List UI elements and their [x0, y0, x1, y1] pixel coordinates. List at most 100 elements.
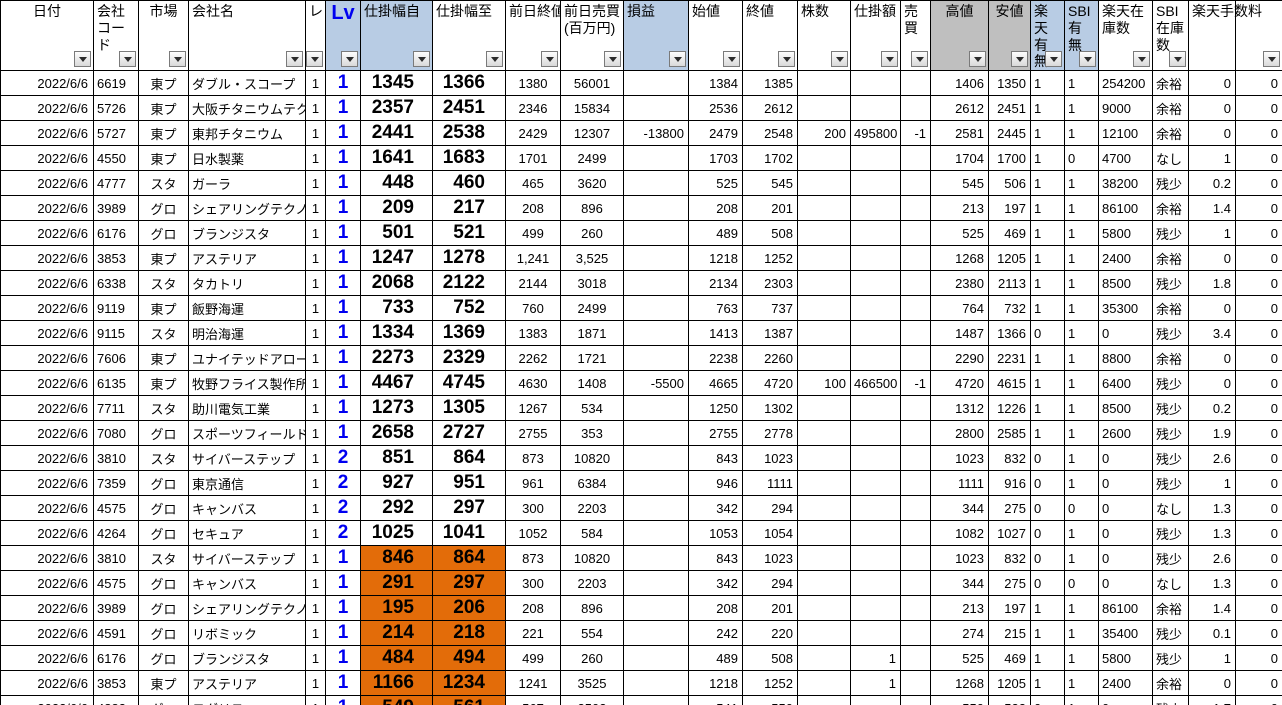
- cell-close[interactable]: 201: [742, 195, 798, 222]
- cell-shares[interactable]: [797, 470, 851, 497]
- cell-low[interactable]: 1027: [988, 520, 1031, 547]
- cell-shares[interactable]: [797, 595, 851, 622]
- cell-rakuten_stock[interactable]: 2400: [1098, 670, 1153, 697]
- cell-trade[interactable]: [900, 620, 931, 647]
- cell-prev_trading_value[interactable]: 2203: [560, 570, 624, 597]
- cell-market[interactable]: 東プ: [138, 120, 189, 147]
- cell-market[interactable]: スタ: [138, 320, 189, 347]
- cell-low[interactable]: 2113: [988, 270, 1031, 297]
- cell-open[interactable]: 208: [688, 195, 743, 222]
- cell-company_code[interactable]: 3989: [93, 595, 139, 622]
- cell-low[interactable]: 916: [988, 470, 1031, 497]
- cell-extra[interactable]: 0: [1235, 495, 1282, 522]
- cell-trade[interactable]: [900, 320, 931, 347]
- cell-trade[interactable]: [900, 445, 931, 472]
- cell-entry_width_from[interactable]: 1345: [360, 70, 433, 97]
- cell-profit_loss[interactable]: [623, 570, 689, 597]
- cell-lv[interactable]: 1: [325, 395, 361, 422]
- cell-close[interactable]: 2548: [742, 120, 798, 147]
- cell-rakuten_stock[interactable]: 86100: [1098, 595, 1153, 622]
- cell-high[interactable]: 1082: [930, 520, 989, 547]
- cell-trade[interactable]: [900, 170, 931, 197]
- cell-company_code[interactable]: 6176: [93, 645, 139, 672]
- cell-sbi_avail[interactable]: 1: [1064, 395, 1099, 422]
- cell-prev_close[interactable]: 1383: [505, 320, 561, 347]
- cell-entry_amount[interactable]: 495800: [850, 120, 901, 147]
- cell-shares[interactable]: [797, 220, 851, 247]
- cell-rakuten_fee[interactable]: 1.4: [1188, 595, 1236, 622]
- cell-date[interactable]: 2022/6/6: [0, 670, 94, 697]
- filter-dropdown-button[interactable]: [119, 51, 136, 68]
- cell-lv[interactable]: 1: [325, 220, 361, 247]
- cell-extra[interactable]: 0: [1235, 570, 1282, 597]
- cell-company_name[interactable]: 牧野フライス製作所: [188, 370, 306, 397]
- cell-date[interactable]: 2022/6/6: [0, 245, 94, 272]
- cell-entry_amount[interactable]: 1: [850, 670, 901, 697]
- cell-rakuten_stock[interactable]: 0: [1098, 695, 1153, 705]
- cell-extra[interactable]: 0: [1235, 445, 1282, 472]
- cell-rakuten_stock[interactable]: 35400: [1098, 620, 1153, 647]
- cell-shares[interactable]: [797, 645, 851, 672]
- cell-low[interactable]: 1350: [988, 70, 1031, 97]
- cell-trade[interactable]: [900, 145, 931, 172]
- cell-low[interactable]: 1700: [988, 145, 1031, 172]
- cell-entry_width_from[interactable]: 292: [360, 495, 433, 522]
- cell-entry_amount[interactable]: [850, 320, 901, 347]
- cell-level[interactable]: 1: [305, 695, 326, 705]
- cell-entry_amount[interactable]: [850, 470, 901, 497]
- cell-close[interactable]: 1302: [742, 395, 798, 422]
- cell-rakuten_avail[interactable]: 0: [1030, 520, 1065, 547]
- cell-trade[interactable]: [900, 695, 931, 705]
- cell-sbi_avail[interactable]: 1: [1064, 220, 1099, 247]
- cell-company_name[interactable]: シェアリングテクノロ: [188, 595, 306, 622]
- cell-rakuten_avail[interactable]: 0: [1030, 545, 1065, 572]
- cell-sbi_stock[interactable]: 残少: [1152, 170, 1189, 197]
- cell-entry_width_from[interactable]: 1334: [360, 320, 433, 347]
- cell-low[interactable]: 197: [988, 195, 1031, 222]
- cell-entry_amount[interactable]: [850, 245, 901, 272]
- cell-company_name[interactable]: サイバーステップ: [188, 445, 306, 472]
- cell-prev_close[interactable]: 1241: [505, 670, 561, 697]
- cell-low[interactable]: 1205: [988, 245, 1031, 272]
- cell-company_name[interactable]: セキュア: [188, 520, 306, 547]
- cell-extra[interactable]: 0: [1235, 170, 1282, 197]
- cell-profit_loss[interactable]: [623, 495, 689, 522]
- cell-rakuten_avail[interactable]: 1: [1030, 170, 1065, 197]
- cell-entry_width_to[interactable]: 217: [432, 195, 506, 222]
- cell-sbi_avail[interactable]: 1: [1064, 420, 1099, 447]
- cell-market[interactable]: スタ: [138, 445, 189, 472]
- cell-rakuten_avail[interactable]: 1: [1030, 195, 1065, 222]
- cell-rakuten_stock[interactable]: 35300: [1098, 295, 1153, 322]
- cell-company_name[interactable]: 大阪チタニウムテク: [188, 95, 306, 122]
- cell-extra[interactable]: 0: [1235, 520, 1282, 547]
- cell-low[interactable]: 1366: [988, 320, 1031, 347]
- cell-lv[interactable]: 1: [325, 320, 361, 347]
- cell-trade[interactable]: [900, 70, 931, 97]
- cell-profit_loss[interactable]: -13800: [623, 120, 689, 147]
- cell-open[interactable]: 342: [688, 495, 743, 522]
- cell-rakuten_stock[interactable]: 254200: [1098, 70, 1153, 97]
- cell-rakuten_stock[interactable]: 9000: [1098, 95, 1153, 122]
- cell-date[interactable]: 2022/6/6: [0, 345, 94, 372]
- cell-entry_amount[interactable]: [850, 520, 901, 547]
- cell-entry_width_to[interactable]: 864: [432, 445, 506, 472]
- cell-prev_trading_value[interactable]: 3620: [560, 170, 624, 197]
- cell-high[interactable]: 2612: [930, 95, 989, 122]
- cell-date[interactable]: 2022/6/6: [0, 120, 94, 147]
- cell-date[interactable]: 2022/6/6: [0, 145, 94, 172]
- cell-low[interactable]: 506: [988, 170, 1031, 197]
- cell-date[interactable]: 2022/6/6: [0, 195, 94, 222]
- cell-entry_width_to[interactable]: 864: [432, 545, 506, 572]
- cell-open[interactable]: 946: [688, 470, 743, 497]
- cell-market[interactable]: スタ: [138, 270, 189, 297]
- cell-profit_loss[interactable]: [623, 70, 689, 97]
- cell-extra[interactable]: 0: [1235, 645, 1282, 672]
- cell-entry_amount[interactable]: [850, 270, 901, 297]
- cell-level[interactable]: 1: [305, 570, 326, 597]
- cell-company_code[interactable]: 4777: [93, 170, 139, 197]
- cell-lv[interactable]: 1: [325, 545, 361, 572]
- cell-sbi_avail[interactable]: 1: [1064, 120, 1099, 147]
- cell-profit_loss[interactable]: [623, 195, 689, 222]
- cell-low[interactable]: 522: [988, 695, 1031, 705]
- cell-rakuten_stock[interactable]: 4700: [1098, 145, 1153, 172]
